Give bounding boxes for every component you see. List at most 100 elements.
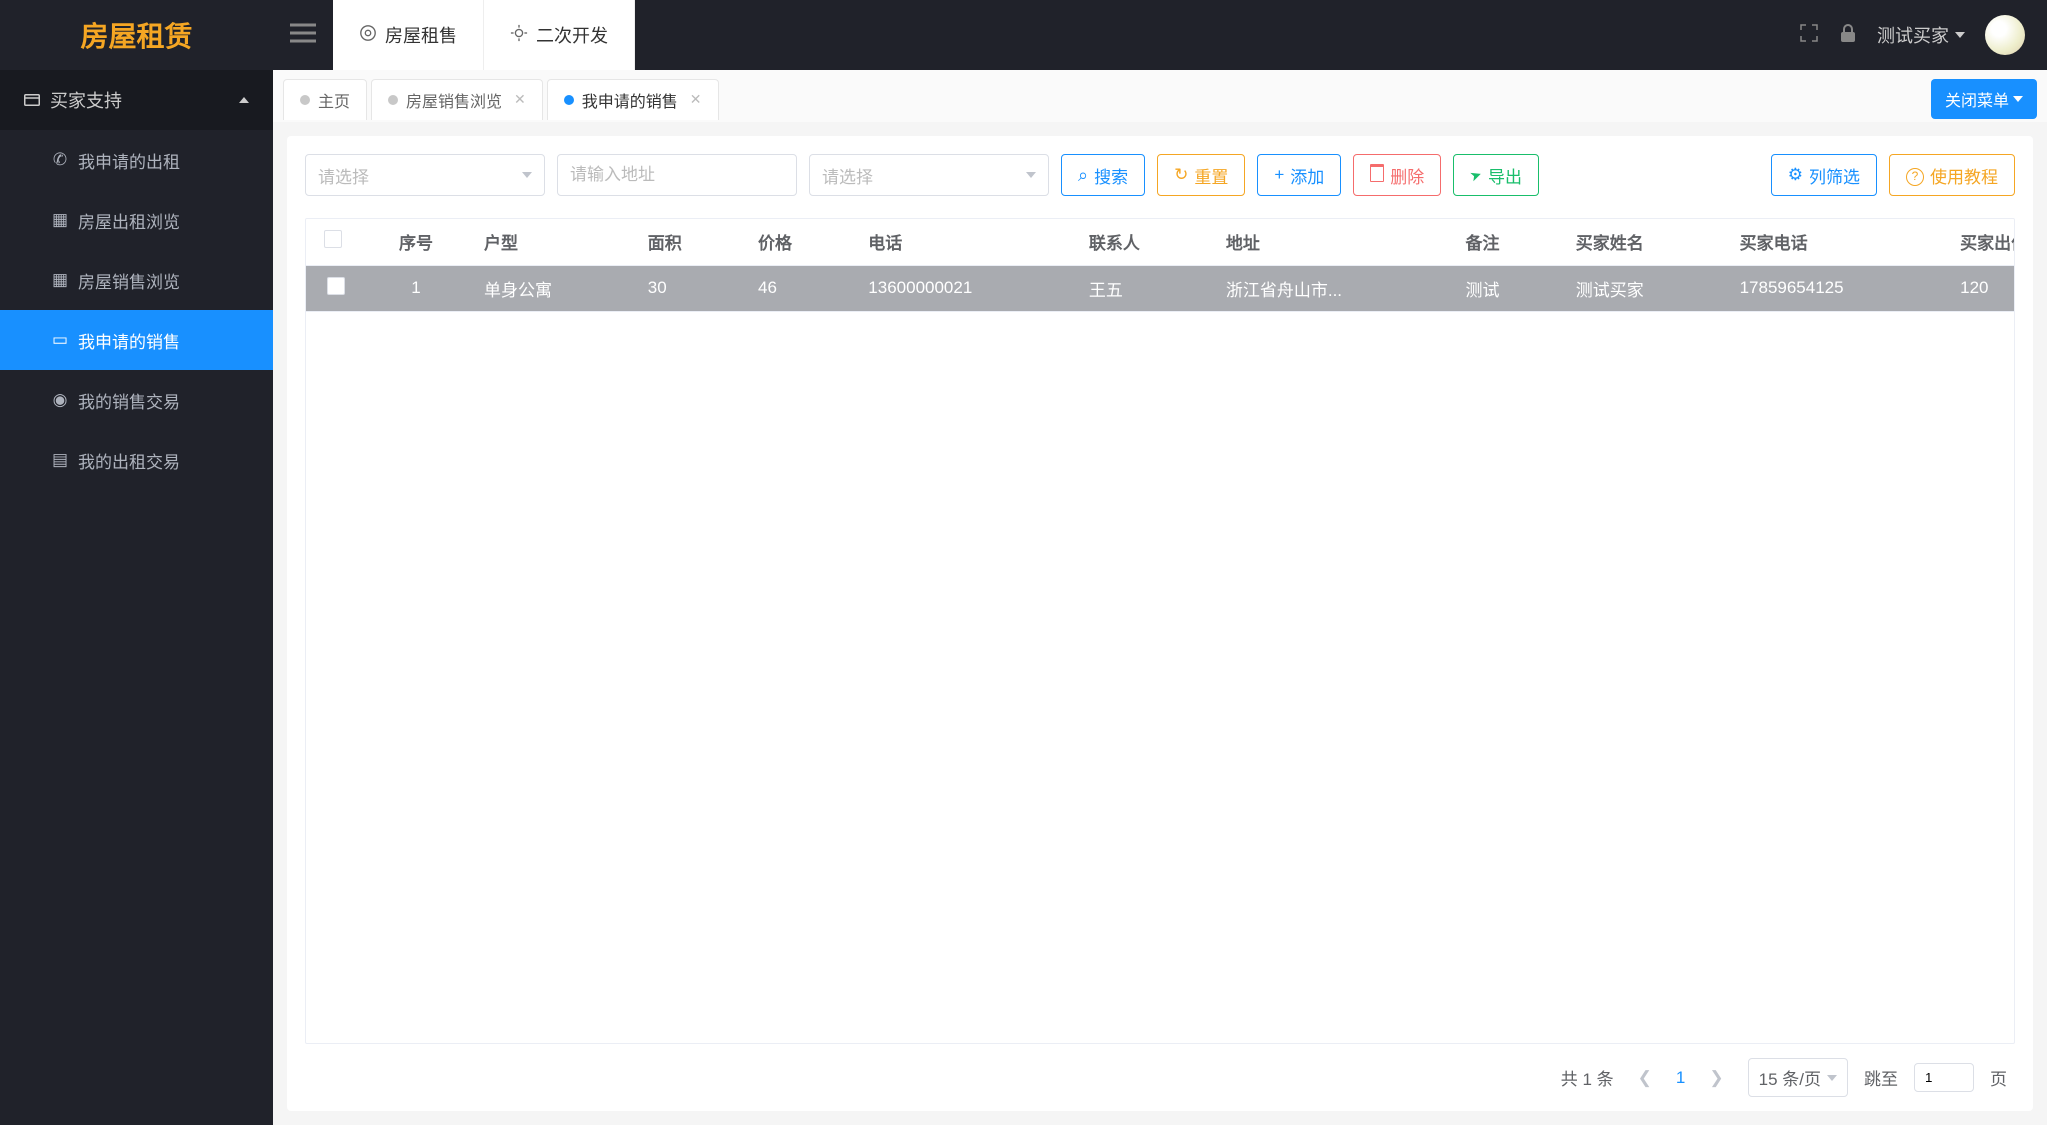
fullscreen-icon[interactable] xyxy=(1799,23,1819,48)
close-icon[interactable]: ✕ xyxy=(690,91,702,108)
ws-tab-0[interactable]: 主页 xyxy=(283,79,367,120)
ws-tab-label: 我申请的销售 xyxy=(582,88,678,112)
ws-tab-label: 房屋销售浏览 xyxy=(406,88,502,112)
search-label: 搜索 xyxy=(1094,163,1128,188)
ws-tab-1[interactable]: 房屋销售浏览 ✕ xyxy=(371,79,543,120)
top-tab-rent[interactable]: 房屋租售 xyxy=(333,0,484,70)
cell-type: 单身公寓 xyxy=(466,265,630,311)
pager-next[interactable]: ❯ xyxy=(1701,1064,1731,1092)
filter-select-2[interactable]: 请选择 xyxy=(809,154,1049,196)
sidebar-group-buyer[interactable]: 买家支持 xyxy=(0,70,273,130)
cell-buyer: 测试买家 xyxy=(1558,265,1722,311)
top-tabs: 房屋租售 二次开发 xyxy=(333,0,635,70)
address-input[interactable] xyxy=(570,165,784,185)
delete-button[interactable]: 删除 xyxy=(1353,154,1441,196)
pager-current[interactable]: 1 xyxy=(1676,1068,1685,1088)
close-menu-label: 关闭菜单 xyxy=(1945,87,2009,111)
chevron-up-icon xyxy=(239,97,249,103)
export-button[interactable]: 导出 xyxy=(1453,154,1539,196)
pager-size-select[interactable]: 15 条/页 xyxy=(1748,1058,1848,1097)
data-table: 序号户型面积价格电话联系人地址备注买家姓名买家电话买家出价 1单身公寓30461… xyxy=(306,219,2014,312)
tutorial-label: 使用教程 xyxy=(1930,163,1998,188)
pager-total: 共 1 条 xyxy=(1561,1065,1614,1090)
cell-contact: 王五 xyxy=(1071,265,1208,311)
table-row[interactable]: 1单身公寓304613600000021王五浙江省舟山市...测试测试买家178… xyxy=(306,265,2014,311)
pager-jump-label: 跳至 xyxy=(1864,1065,1898,1090)
address-input-wrap xyxy=(557,154,797,196)
sidebar-item-1[interactable]: ▦房屋出租浏览 xyxy=(0,190,273,250)
avatar[interactable] xyxy=(1985,15,2025,55)
pager-page-suffix: 页 xyxy=(1990,1065,2007,1090)
chevron-down-icon xyxy=(1827,1075,1837,1081)
ws-tab-2[interactable]: 我申请的销售 ✕ xyxy=(547,79,719,120)
select-placeholder: 请选择 xyxy=(318,163,369,188)
sidebar-item-5[interactable]: ▤我的出租交易 xyxy=(0,430,273,490)
col-header-2: 面积 xyxy=(630,219,740,265)
sidebar-item-label: 我的销售交易 xyxy=(78,388,180,413)
trash-icon xyxy=(1370,164,1384,187)
tutorial-button[interactable]: 使用教程 xyxy=(1889,154,2015,196)
col-header-3: 价格 xyxy=(740,219,850,265)
sidebar-item-2[interactable]: ▦ 房屋销售浏览 xyxy=(0,250,273,310)
close-menu-button[interactable]: 关闭菜单 xyxy=(1931,79,2037,119)
coin-icon: ◉ xyxy=(52,392,68,408)
close-icon[interactable]: ✕ xyxy=(514,91,526,108)
sidebar-group-label: 买家支持 xyxy=(50,87,122,113)
sidebar-item-label: 我的出租交易 xyxy=(78,448,180,473)
col-header-7: 备注 xyxy=(1448,219,1558,265)
columns-button[interactable]: 列筛选 xyxy=(1771,154,1877,196)
reset-label: 重置 xyxy=(1194,163,1228,188)
top-tab-dev[interactable]: 二次开发 xyxy=(484,0,635,70)
sidebar-toggle[interactable] xyxy=(273,23,333,48)
export-label: 导出 xyxy=(1488,163,1522,188)
grid-icon: ▦ xyxy=(52,272,68,288)
tab-strip: 主页 房屋销售浏览 ✕ 我申请的销售 ✕ 关闭菜单 xyxy=(273,70,2047,122)
cell-buyer_phone: 17859654125 xyxy=(1722,265,1943,311)
tab-dot-icon xyxy=(564,95,574,105)
table-scroll[interactable]: 序号户型面积价格电话联系人地址备注买家姓名买家电话买家出价 1单身公寓30461… xyxy=(306,219,2014,1043)
col-header-8: 买家姓名 xyxy=(1558,219,1722,265)
cell-offer: 120 xyxy=(1942,265,2014,311)
cell-price: 46 xyxy=(740,265,850,311)
col-header-10: 买家出价 xyxy=(1942,219,2014,265)
sidebar-item-0[interactable]: ✆我申请的出租 xyxy=(0,130,273,190)
select-placeholder: 请选择 xyxy=(822,163,873,188)
phone-icon: ✆ xyxy=(52,152,68,168)
user-name: 测试买家 xyxy=(1877,22,1949,48)
sidebar-item-4[interactable]: ◉ 我的销售交易 xyxy=(0,370,273,430)
reset-icon xyxy=(1174,165,1188,185)
col-header-4: 电话 xyxy=(850,219,1071,265)
user-menu[interactable]: 测试买家 xyxy=(1877,22,1965,48)
card-icon xyxy=(24,92,40,108)
app-header: 房屋租赁 房屋租售 二次开发 测试买家 xyxy=(0,0,2047,70)
select-all-checkbox[interactable] xyxy=(324,230,342,248)
chevron-down-icon xyxy=(1955,32,1965,38)
delete-label: 删除 xyxy=(1390,163,1424,188)
add-button[interactable]: 添加 xyxy=(1257,154,1341,196)
lock-icon[interactable] xyxy=(1839,23,1857,48)
top-tab-label: 二次开发 xyxy=(536,22,608,48)
toolbar: 请选择 请选择 搜索 重置 添加 删除 导出 列筛选 使用教程 xyxy=(305,154,2015,196)
pagination: 共 1 条 ❮ 1 ❯ 15 条/页 跳至 页 xyxy=(305,1044,2015,1101)
sidebar-item-3[interactable]: ▭我申请的销售 xyxy=(0,310,273,370)
pager-jump-input[interactable] xyxy=(1914,1063,1974,1092)
ws-tab-label: 主页 xyxy=(318,88,350,112)
pager-size-label: 15 条/页 xyxy=(1759,1065,1821,1090)
row-checkbox[interactable] xyxy=(327,277,345,295)
gear-icon xyxy=(1788,165,1803,185)
reset-button[interactable]: 重置 xyxy=(1157,154,1245,196)
top-tab-label: 房屋租售 xyxy=(385,22,457,48)
target-icon xyxy=(359,24,377,47)
cell-remark: 测试 xyxy=(1448,265,1558,311)
columns-label: 列筛选 xyxy=(1809,163,1860,188)
cell-area: 30 xyxy=(630,265,740,311)
tab-dot-icon xyxy=(300,95,310,105)
filter-select-1[interactable]: 请选择 xyxy=(305,154,545,196)
card-icon: ▭ xyxy=(52,332,68,348)
sidebar-item-label: 房屋销售浏览 xyxy=(78,268,180,293)
search-button[interactable]: 搜索 xyxy=(1061,154,1145,196)
cell-phone: 13600000021 xyxy=(850,265,1071,311)
pager-prev[interactable]: ❮ xyxy=(1630,1064,1660,1092)
col-header-1: 户型 xyxy=(466,219,630,265)
chevron-down-icon xyxy=(1026,172,1036,178)
